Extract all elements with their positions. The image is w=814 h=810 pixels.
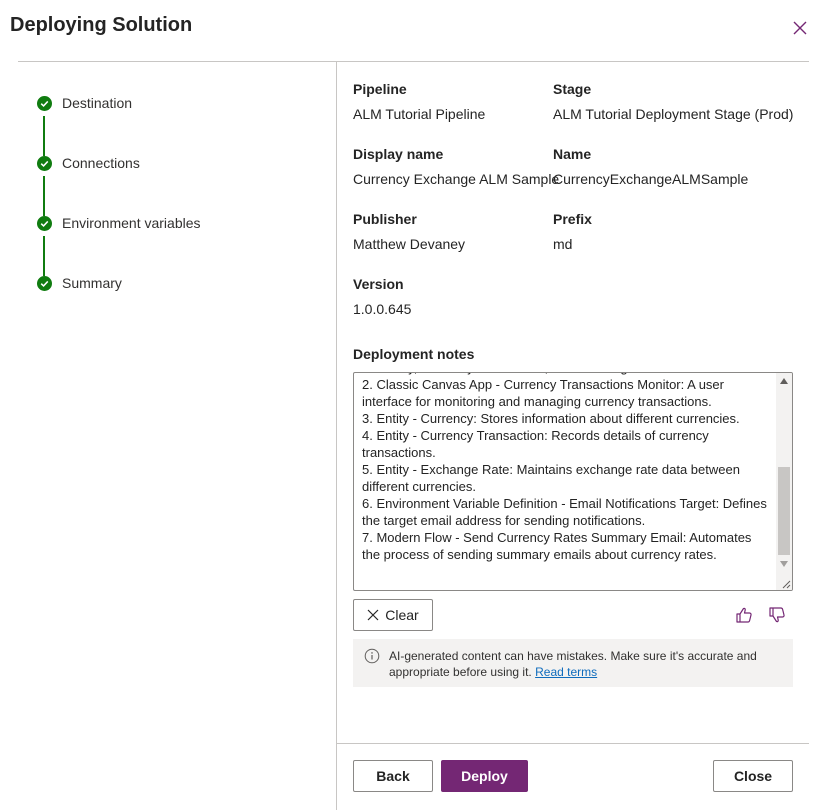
clear-label: Clear xyxy=(385,607,419,623)
name-label: Name xyxy=(553,146,592,162)
step-environment-variables[interactable]: Environment variables xyxy=(37,215,201,231)
step-label: Environment variables xyxy=(62,215,201,231)
pipeline-value: ALM Tutorial Pipeline xyxy=(353,106,486,122)
thumbs-down-icon[interactable] xyxy=(767,605,787,625)
step-connector xyxy=(43,176,45,216)
deployment-notes-textarea[interactable]: Currency, Currency Transaction, and Exch… xyxy=(353,372,793,591)
publisher-label: Publisher xyxy=(353,211,417,227)
deploy-button[interactable]: Deploy xyxy=(441,760,528,792)
back-button[interactable]: Back xyxy=(353,760,433,792)
step-label: Connections xyxy=(62,155,140,171)
deployment-notes-text[interactable]: Currency, Currency Transaction, and Exch… xyxy=(362,373,770,563)
deployment-notes-label: Deployment notes xyxy=(353,346,475,362)
step-label: Destination xyxy=(62,95,133,111)
read-terms-link[interactable]: Read terms xyxy=(535,665,597,679)
clear-button[interactable]: Clear xyxy=(353,599,433,631)
ai-disclaimer: AI-generated content can have mistakes. … xyxy=(353,639,793,687)
scrollbar-thumb[interactable] xyxy=(778,467,790,555)
resize-grip-icon[interactable] xyxy=(781,579,791,589)
scroll-up-arrow-icon[interactable] xyxy=(780,378,788,384)
stage-value: ALM Tutorial Deployment Stage (Prod) xyxy=(553,106,794,122)
step-destination[interactable]: Destination xyxy=(37,95,132,111)
dialog-title: Deploying Solution xyxy=(10,14,193,36)
check-circle-icon xyxy=(37,276,52,291)
step-label: Summary xyxy=(62,275,122,291)
stage-label: Stage xyxy=(553,81,592,97)
close-button[interactable]: Close xyxy=(713,760,793,792)
close-icon[interactable] xyxy=(790,18,810,38)
prefix-label: Prefix xyxy=(553,211,592,227)
name-value: CurrencyExchangeALMSample xyxy=(553,171,749,187)
check-circle-icon xyxy=(37,96,52,111)
version-label: Version xyxy=(353,276,404,292)
header-divider xyxy=(18,61,809,62)
display-name-label: Display name xyxy=(353,146,444,162)
panel-divider xyxy=(336,62,337,810)
prefix-value: md xyxy=(553,236,573,252)
version-value: 1.0.0.645 xyxy=(353,301,412,317)
display-name-value: Currency Exchange ALM Sample xyxy=(353,171,560,187)
notes-scrollbar[interactable] xyxy=(776,373,792,590)
step-connections[interactable]: Connections xyxy=(37,155,140,171)
footer-divider xyxy=(337,743,809,744)
thumbs-up-icon[interactable] xyxy=(734,605,754,625)
publisher-value: Matthew Devaney xyxy=(353,236,466,252)
ai-disclaimer-text: AI-generated content can have mistakes. … xyxy=(389,648,779,680)
check-circle-icon xyxy=(37,156,52,171)
step-connector xyxy=(43,236,45,276)
scroll-down-arrow-icon[interactable] xyxy=(780,561,788,567)
step-summary[interactable]: Summary xyxy=(37,275,122,291)
dismiss-icon xyxy=(367,609,379,621)
pipeline-label: Pipeline xyxy=(353,81,407,97)
step-connector xyxy=(43,116,45,156)
check-circle-icon xyxy=(37,216,52,231)
info-icon xyxy=(364,648,380,664)
